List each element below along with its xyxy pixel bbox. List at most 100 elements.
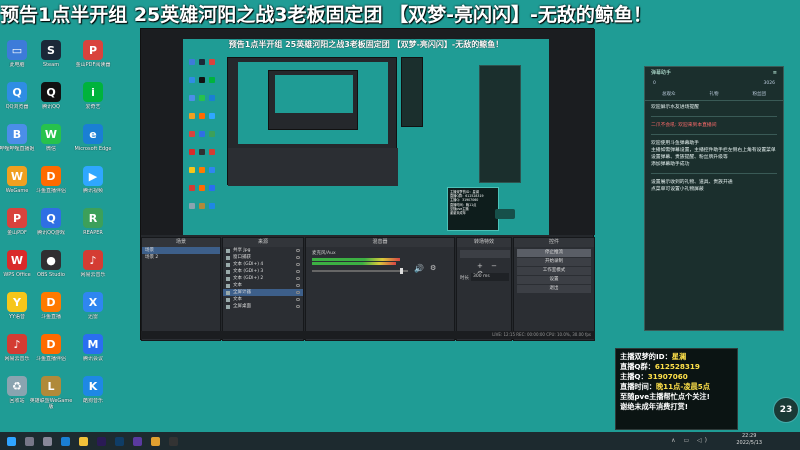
desktop-app-icon: S (41, 40, 61, 60)
desktop-icon[interactable]: M 腾讯会议 (70, 334, 116, 374)
visibility-eye-icon[interactable] (296, 270, 300, 273)
source-type-icon (226, 269, 230, 274)
chat-header: 弹幕助手 ≡ (645, 67, 783, 79)
source-type-icon (226, 255, 230, 260)
chat-message: 设置展示收到的礼物、道具、贵族开通 点菜单可设置小礼物屏蔽 (645, 176, 783, 196)
chat-message-line: 欢迎屏示水友进场提醒 (651, 105, 699, 110)
source-type-icon (226, 304, 230, 309)
source-item[interactable]: 全屏计器 (223, 289, 303, 296)
taskbar-premiere-icon[interactable] (93, 434, 109, 448)
desktop-icon[interactable]: X 迅雷 (70, 292, 116, 332)
taskbar-app-glyph (96, 436, 106, 446)
mixer-volume-slider[interactable] (312, 270, 408, 272)
source-item[interactable]: 窗口捕获 (223, 254, 303, 261)
desktop-app-icon: X (83, 292, 103, 312)
chat-message-line: 点菜单可设置小礼物屏蔽 (651, 187, 704, 192)
taskbar-app-glyph (132, 436, 142, 446)
desktop-icon[interactable]: D 斗鱼直播 (28, 292, 74, 332)
chat-message-line: 主播如需弹幕设置，主播控件助手栏左侧右上角有设置菜单 (651, 148, 776, 153)
preview-desktop-icon (189, 113, 195, 119)
source-item-label: 文本 (233, 283, 242, 288)
scenes-dock-header: 场景 (142, 238, 220, 247)
visibility-eye-icon[interactable] (296, 284, 300, 287)
visibility-eye-icon[interactable] (296, 256, 300, 259)
taskbar-apps (0, 434, 182, 448)
transition-duration-field[interactable]: 300 ms (471, 273, 509, 281)
desktop-icon[interactable]: D 斗鱼直播伴侣 (28, 334, 74, 374)
control-button[interactable]: 开始录制 (517, 258, 591, 266)
taskbar-task-view-icon[interactable] (39, 434, 55, 448)
desktop-icon[interactable]: D 斗鱼直播伴侣 (28, 166, 74, 206)
taskbar-clock[interactable]: 22:29 2022/5/13 (736, 433, 762, 447)
taskbar-chrome-icon[interactable] (147, 434, 163, 448)
preview-desktop-icon (209, 167, 215, 173)
desktop-icon[interactable]: L 英雄联盟WeGame版 (28, 376, 74, 416)
preview-desktop-icon (199, 185, 205, 191)
source-item[interactable]: 文本 (GDI+) 3 (223, 268, 303, 275)
desktop-icon-label: 斗鱼直播 (40, 314, 61, 320)
taskbar-search-icon[interactable] (21, 434, 37, 448)
visibility-eye-icon[interactable] (296, 291, 300, 294)
desktop-icon[interactable]: ▶ 腾讯视频 (70, 166, 116, 206)
chat-tabs: 总观众 礼物 粉丝团 (645, 89, 783, 101)
preview-desktop-icon (209, 95, 215, 101)
desktop-icon[interactable]: e Microsoft Edge (70, 124, 116, 164)
desktop-app-icon: D (41, 334, 61, 354)
preview-desktop-icon (209, 185, 215, 191)
preview-desktop-icon (199, 113, 205, 119)
chat-divider (651, 173, 777, 174)
control-button[interactable]: 停止推流 (517, 249, 591, 257)
desktop-icon[interactable]: i 爱奇艺 (70, 82, 116, 122)
scenes-dock: 场景 场景场景 2 + − ∧ ∨ (141, 237, 221, 341)
taskbar-edge-icon[interactable] (57, 434, 73, 448)
mixer-gear-icon[interactable]: ⚙ (430, 264, 436, 272)
streamer-info-box: 主播双梦的ID：星澜 直播Q群：612528319 主播Q：31907060 直播时间… (615, 348, 738, 430)
taskbar-start-icon[interactable] (3, 434, 19, 448)
desktop-icon[interactable]: W 微信 (28, 124, 74, 164)
desktop-icon-label: 斗鱼直播伴侣 (35, 188, 66, 194)
scene-item[interactable]: 场景 (142, 247, 220, 254)
taskbar-tray-icons[interactable]: ∧ ▭ ◁) (671, 437, 710, 444)
visibility-eye-icon[interactable] (296, 277, 300, 280)
desktop-icon[interactable]: ● OBS Studio (28, 250, 74, 290)
desktop-icon[interactable]: Q 腾讯QQ游戏 (28, 208, 74, 248)
source-item[interactable]: 文本 (GDI+) 4 (223, 261, 303, 268)
chat-menu-icon[interactable]: ≡ (773, 67, 777, 79)
taskbar-app-purple-icon[interactable] (129, 434, 145, 448)
control-button[interactable]: 设置 (517, 276, 591, 284)
desktop-icon[interactable]: Q 腾讯QQ (28, 82, 74, 122)
windows-taskbar: ∧ ▭ ◁) 22:29 2022/5/13 (0, 432, 800, 450)
desktop-icon[interactable]: P 金山PDF阅读器 (70, 40, 116, 80)
desktop-icon-label: 斗鱼直播伴侣 (35, 356, 66, 362)
taskbar-obs-icon[interactable] (165, 434, 181, 448)
source-item[interactable]: 文本 (223, 296, 303, 303)
mixer-speaker-icon[interactable]: 🔊 (414, 264, 424, 273)
control-button[interactable]: 退出 (517, 285, 591, 293)
source-item[interactable]: 全屏桌面 (223, 303, 303, 310)
transition-select[interactable] (460, 250, 510, 258)
desktop-icon[interactable]: R REAPER (70, 208, 116, 248)
mixer-volume-handle[interactable] (400, 268, 403, 274)
preview-desktop-icon (209, 77, 215, 83)
obs-preview-area[interactable]: 预告1点半开组 25英雄河阳之战3老板固定团 【双梦-亮闪闪】-无敌的鲸鱼！ 主… (141, 29, 595, 235)
taskbar-explorer-icon[interactable] (75, 434, 91, 448)
control-button[interactable]: 工作室模式 (517, 267, 591, 275)
source-type-icon (226, 297, 230, 302)
source-item[interactable]: 文本 (223, 282, 303, 289)
visibility-eye-icon[interactable] (296, 249, 300, 252)
desktop-icon[interactable]: ♪ 网易云音乐 (70, 250, 116, 290)
desktop-icon[interactable]: K 酷狗音乐 (70, 376, 116, 416)
taskbar-photoshop-icon[interactable] (111, 434, 127, 448)
source-item[interactable]: 共享 Jpg (223, 247, 303, 254)
chat-tab[interactable]: 礼物 (710, 89, 719, 100)
chat-tab[interactable]: 粉丝团 (753, 89, 767, 100)
desktop-app-icon: i (83, 82, 103, 102)
floating-count-badge[interactable]: 23 (773, 397, 799, 423)
visibility-eye-icon[interactable] (296, 305, 300, 308)
source-item[interactable]: 文本 (GDI+) 2 (223, 275, 303, 282)
scene-item[interactable]: 场景 2 (142, 254, 220, 261)
visibility-eye-icon[interactable] (296, 298, 300, 301)
visibility-eye-icon[interactable] (296, 263, 300, 266)
chat-tab[interactable]: 总观众 (662, 89, 676, 100)
desktop-icon[interactable]: S Steam (28, 40, 74, 80)
